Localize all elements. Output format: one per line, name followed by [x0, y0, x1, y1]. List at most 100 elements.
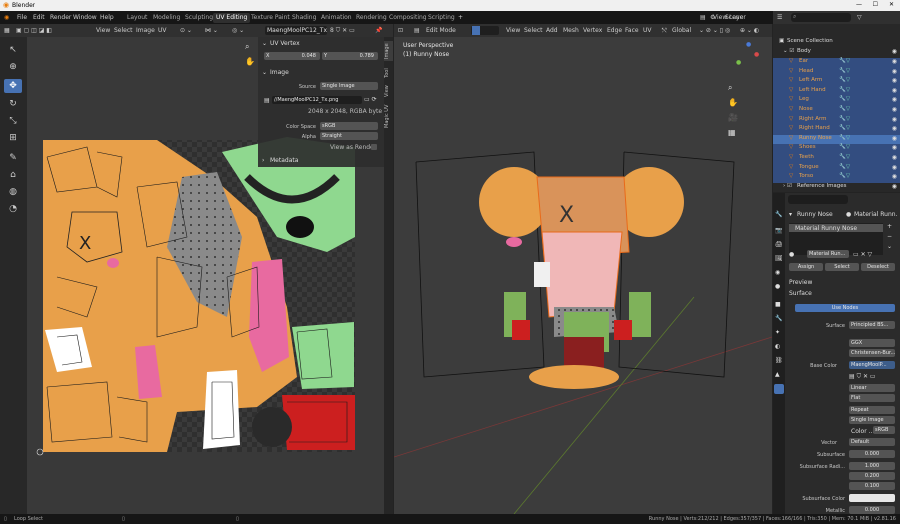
tab-sculpting[interactable]: Sculpting — [182, 13, 216, 23]
orientation-selector[interactable]: Global — [672, 27, 691, 34]
outliner-editor-icon[interactable]: ☰ — [777, 14, 782, 21]
mode-selector[interactable]: Edit Mode — [426, 27, 456, 34]
folder-icon[interactable]: ▭ ⟳ — [364, 96, 377, 103]
camera-view-icon[interactable]: 🎥 — [728, 113, 738, 122]
navigation-gizmo[interactable]: ● ● ● — [732, 41, 762, 71]
gizmo-x-icon[interactable]: ● — [754, 51, 759, 58]
view-layer-icon[interactable]: ▤ — [700, 14, 706, 21]
filter-icon[interactable]: ▽ — [857, 14, 862, 21]
view-layer-props-icon[interactable]: 🖼 — [775, 255, 783, 262]
uv-mode-icons[interactable]: ▣ ▢ ◫ ◪ ◧ — [16, 27, 52, 34]
outliner-item-head[interactable]: ▽ Head 🔧▽ ◉ — [773, 67, 900, 78]
scene-props-icon[interactable]: ◉ — [775, 269, 780, 276]
world-props-icon[interactable]: ● — [775, 283, 780, 290]
material-props-icon[interactable] — [774, 384, 784, 394]
outliner-item-torso[interactable]: ▽ Torso 🔧▽ ◉ — [773, 173, 900, 183]
transform-tool-icon[interactable]: ⊞ — [4, 131, 22, 145]
material-tools-icons[interactable]: ▭ ✕ ▽ — [853, 251, 872, 258]
visibility-icon[interactable]: ◉ — [892, 116, 897, 123]
uv-menu-uv[interactable]: UV — [158, 27, 167, 34]
move-tool-icon[interactable]: ✥ — [4, 79, 22, 93]
outliner-item-runny-nose[interactable]: ▽ Runny Nose 🔧▽ ◉ — [773, 134, 900, 145]
tab-shading[interactable]: Shading — [289, 13, 319, 23]
projection-dropdown[interactable]: Flat — [849, 394, 895, 402]
visibility-icon[interactable]: ◉ — [892, 154, 897, 161]
metallic-value-field[interactable]: 0.000 — [849, 506, 895, 514]
modifier-props-icon[interactable]: 🔧 — [775, 315, 782, 322]
ortho-grid-icon[interactable]: ▦ — [728, 128, 736, 137]
outliner-item-left-arm[interactable]: ▽ Left Arm 🔧▽ ◉ — [773, 77, 900, 87]
metadata-panel-title[interactable]: Metadata — [270, 157, 298, 164]
base-color-texture-field[interactable]: MaengMoolP... — [849, 361, 895, 369]
tab-rendering[interactable]: Rendering — [353, 13, 390, 23]
vp-menu-vertex[interactable]: Vertex — [583, 27, 602, 34]
vp-menu-select[interactable]: Select — [524, 27, 543, 34]
uv-vertex-title[interactable]: UV Vertex — [270, 40, 300, 47]
source-dropdown[interactable]: Single Image — [320, 82, 378, 90]
extension-dropdown[interactable]: Repeat — [849, 406, 895, 414]
uv-snap-icon[interactable]: ⋈ ⌄ — [205, 27, 218, 34]
vp-menu-uv[interactable]: UV — [643, 27, 652, 34]
select-tool-icon[interactable]: ↖ — [4, 43, 22, 57]
subsurface-value-field[interactable]: 0.000 — [849, 450, 895, 458]
pin-icon[interactable]: 📌 — [375, 27, 382, 34]
assign-button[interactable]: Assign — [789, 263, 823, 271]
deselect-button[interactable]: Deselect — [861, 263, 895, 271]
surface-shader-field[interactable]: Principled BS... — [849, 321, 895, 329]
outliner-item-teeth[interactable]: ▽ Teeth 🔧▽ ◉ — [773, 154, 900, 164]
interpolation-dropdown[interactable]: Linear — [849, 384, 895, 392]
view-layer-selector[interactable]: View Layer — [713, 14, 746, 21]
cursor-tool-icon[interactable]: ⊕ — [4, 60, 22, 74]
vp-menu-mesh[interactable]: Mesh — [563, 27, 579, 34]
uv-pivot-icon[interactable]: ⊙ ⌄ — [180, 27, 192, 34]
outliner-body-collection[interactable]: ⌄ ☑ Body ◉ — [773, 48, 900, 58]
visibility-icon[interactable]: ◉ — [892, 135, 897, 142]
material-browse-icon[interactable]: ● — [789, 251, 794, 258]
outliner-item-right-hand[interactable]: ▽ Right Hand 🔧▽ ◉ — [773, 125, 900, 135]
tool-props-icon[interactable]: 🔧 — [775, 211, 782, 218]
metadata-chevron-icon[interactable]: › — [262, 157, 264, 164]
preview-panel-title[interactable]: Preview — [789, 279, 812, 286]
tab-uv-editing[interactable]: UV Editing — [213, 13, 251, 23]
tab-view[interactable]: View — [384, 83, 393, 99]
visibility-icon[interactable]: ◉ — [892, 173, 897, 180]
visibility-icon[interactable]: ◉ — [892, 106, 897, 113]
tab-magic-uv[interactable]: Magic UV — [384, 101, 393, 131]
viewport-zoom-icon[interactable]: ⌕ — [728, 83, 732, 93]
select-button[interactable]: Select — [825, 263, 859, 271]
add-workspace-icon[interactable]: + — [458, 14, 463, 21]
vp-menu-add[interactable]: Add — [546, 27, 558, 34]
reference-visibility-icon[interactable]: ◉ — [892, 183, 897, 190]
image-panel-chevron-icon[interactable]: ⌄ — [262, 69, 267, 76]
viewport-scene[interactable]: X — [394, 37, 772, 514]
tab-image[interactable]: Image — [384, 41, 393, 61]
tab-modeling[interactable]: Modeling — [150, 13, 183, 23]
visibility-icon[interactable]: ◉ — [892, 144, 897, 151]
slot-menu-icon[interactable]: ⌄ — [887, 243, 892, 250]
menu-edit[interactable]: Edit — [33, 14, 45, 21]
image-panel-title[interactable]: Image — [270, 69, 289, 76]
radius-x-field[interactable]: 1.000 — [849, 462, 895, 470]
output-props-icon[interactable]: 🖨 — [775, 241, 783, 248]
object-props-icon[interactable]: ■ — [775, 301, 781, 308]
visibility-icon[interactable]: ◉ — [892, 96, 897, 103]
outliner-item-shoes[interactable]: ▽ Shoes 🔧▽ ◉ — [773, 144, 900, 154]
visibility-icon[interactable]: ◉ — [892, 77, 897, 84]
surface-panel-title[interactable]: Surface — [789, 290, 812, 297]
material-slot-item[interactable]: Material Runny Nose — [789, 224, 883, 232]
minimize-icon[interactable]: — — [856, 1, 862, 8]
image-source-dropdown[interactable]: Single Image — [849, 416, 895, 424]
visibility-icon[interactable]: ◉ — [892, 58, 897, 65]
3d-viewport[interactable]: User Perspective (1) Runny Nose X ● ● ● … — [394, 37, 772, 514]
uv-vertex-chevron-icon[interactable]: ⌄ — [262, 40, 267, 47]
radius-y-field[interactable]: 0.200 — [849, 472, 895, 480]
vp-menu-face[interactable]: Face — [625, 27, 639, 34]
outliner-item-leg[interactable]: ▽ Leg 🔧▽ ◉ — [773, 96, 900, 106]
snap-toggle-icons[interactable]: ⌄ ⊘ ⌄ ▯ ◎ — [699, 27, 730, 34]
zoom-icon[interactable]: ⌕ — [245, 42, 249, 52]
viewport-pan-icon[interactable]: ✋ — [728, 98, 738, 107]
uv-y-field[interactable]: Y 0.789 — [322, 52, 378, 60]
slot-add-icon[interactable]: + — [887, 223, 892, 230]
vector-dropdown[interactable]: Default — [849, 438, 895, 446]
vp-menu-view[interactable]: View — [506, 27, 520, 34]
